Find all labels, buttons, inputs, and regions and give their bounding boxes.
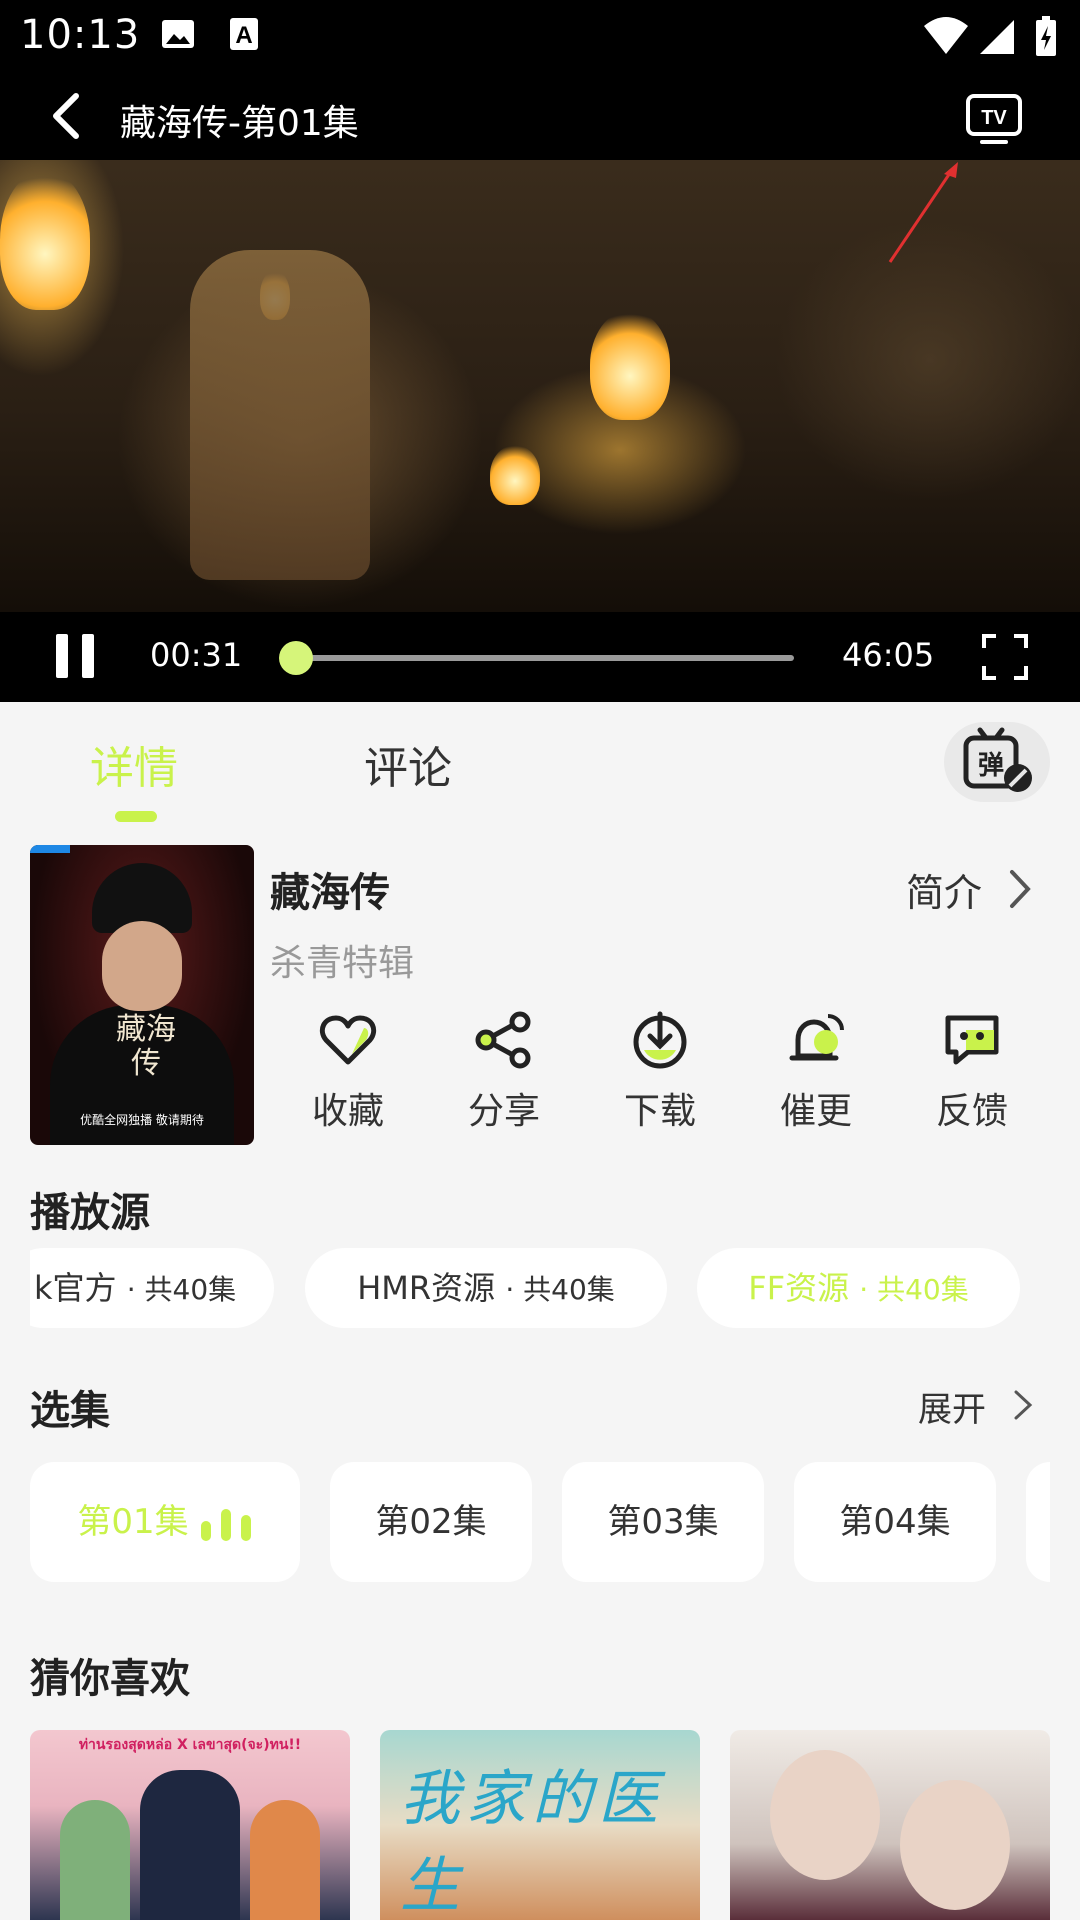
feedback-icon [945, 1015, 999, 1065]
status-bar: 10:13 A [0, 0, 1080, 72]
episode-label: 第03集 [607, 1502, 719, 1542]
poster-footer: 优酷全网独播 敬请期待 [80, 1113, 204, 1127]
source-chip[interactable]: k官方 · 共40集 [30, 1248, 274, 1328]
poster-face [102, 921, 182, 1011]
poster-person [60, 1800, 130, 1920]
source-chip-active[interactable]: FF资源 · 共40集 [697, 1248, 1020, 1328]
danmu-off-icon: 弹 [963, 727, 1032, 792]
feedback-button[interactable]: 反馈 [917, 1010, 1027, 1140]
download-icon [633, 1011, 687, 1069]
video-title: 藏海传-第01集 [120, 103, 359, 144]
progress-bar[interactable] [279, 641, 794, 675]
remind-update-label: 催更 [779, 1091, 852, 1132]
show-title: 藏海传 [270, 870, 390, 916]
fullscreen-icon[interactable] [982, 634, 1028, 680]
pause-button[interactable] [54, 634, 96, 678]
video-frame[interactable] [0, 160, 1080, 612]
recommendation-card[interactable] [730, 1730, 1050, 1920]
player-title-bar: 藏海传-第01集 TV [0, 72, 1080, 160]
feedback-label: 反馈 [935, 1091, 1008, 1132]
share-icon [475, 1011, 531, 1069]
svg-text:A: A [235, 22, 252, 49]
recommendation-calligraphy: 我家的医生 [400, 1764, 664, 1920]
recommendation-banner: ท่านรองสุดหล่อ X เลขาสุด(จะ)ทน!! [78, 1737, 302, 1753]
keyboard-a-icon: A [230, 18, 258, 50]
episode-item[interactable]: 第02集 [330, 1462, 532, 1582]
image-icon [162, 20, 194, 48]
episode-label: 第01集 [77, 1502, 189, 1542]
poster-face [770, 1750, 880, 1880]
player-controls: 00:31 46:05 [0, 612, 1080, 702]
svg-text:弹: 弹 [978, 751, 1004, 781]
share-label: 分享 [467, 1091, 540, 1132]
intro-link[interactable]: 简介 [906, 862, 982, 917]
heart-icon [319, 1015, 377, 1065]
expand-link[interactable]: 展开 [918, 1382, 986, 1431]
episode-item[interactable]: 第04集 [794, 1462, 996, 1582]
recommendation-card[interactable]: ท่านรองสุดหล่อ X เลขาสุด(จะ)ทน!! [30, 1730, 350, 1920]
current-time: 00:31 [150, 636, 243, 674]
source-count: · 共40集 [859, 1273, 969, 1306]
wifi-icon [924, 17, 968, 54]
source-chip[interactable]: HMR资源 · 共40集 [305, 1248, 667, 1328]
tab-comments[interactable]: 评论 [364, 732, 452, 796]
source-list: k官方 · 共40集 HMR资源 · 共40集 FF资源 · 共40集 [30, 1248, 1050, 1328]
signal-icon [980, 20, 1014, 54]
recommendations-title: 猜你喜欢 [30, 1656, 190, 1702]
share-button[interactable]: 分享 [449, 1010, 559, 1140]
poster-face [900, 1780, 1010, 1910]
favorite-label: 收藏 [311, 1091, 384, 1132]
poster-person [140, 1770, 240, 1920]
download-label: 下载 [623, 1091, 696, 1132]
duration: 46:05 [842, 636, 935, 674]
show-poster[interactable]: 藏海传 优酷全网独播 敬请期待 [30, 845, 254, 1145]
sources-title: 播放源 [30, 1190, 150, 1236]
episodes-title: 选集 [30, 1388, 110, 1434]
danmu-toggle-button[interactable]: 弹 [944, 722, 1050, 802]
back-arrow-icon[interactable] [42, 90, 94, 142]
episode-label: 第04集 [839, 1502, 951, 1542]
source-name: HMR资源 [357, 1269, 496, 1307]
episode-item-partial[interactable] [1026, 1462, 1050, 1582]
chevron-right-icon[interactable] [1012, 1388, 1034, 1422]
favorite-button[interactable]: 收藏 [293, 1010, 403, 1140]
poster-person [250, 1800, 320, 1920]
recommendation-card[interactable]: 我家的医生 [380, 1730, 700, 1920]
tab-details[interactable]: 详情 [90, 732, 178, 796]
download-button[interactable]: 下载 [605, 1010, 715, 1140]
annotation-arrow [888, 162, 958, 263]
battery-charging-icon [1036, 16, 1056, 56]
now-playing-icon [200, 1507, 253, 1541]
progress-knob[interactable] [279, 641, 313, 675]
svg-text:TV: TV [981, 107, 1007, 129]
episode-list: 第01集 第02集 第03集 第04集 [30, 1462, 1050, 1582]
tv-cast-icon[interactable]: TV [962, 90, 1026, 146]
source-count: · 共40集 [126, 1273, 237, 1306]
source-name: FF资源 [748, 1269, 850, 1307]
status-time: 10:13 [20, 12, 141, 58]
source-count: · 共40集 [505, 1273, 615, 1306]
chevron-right-icon[interactable] [1006, 868, 1034, 910]
tab-indicator [115, 811, 157, 822]
poster-title: 藏海传 [116, 1012, 176, 1081]
detail-tabs: 详情 评论 弹 [0, 702, 1080, 832]
show-subtitle: 杀青特辑 [270, 943, 415, 984]
source-name: k官方 [34, 1269, 117, 1307]
remind-update-button[interactable]: 催更 [761, 1010, 871, 1140]
episode-item[interactable]: 第03集 [562, 1462, 764, 1582]
bell-icon [789, 1014, 844, 1061]
episode-item-active[interactable]: 第01集 [30, 1462, 300, 1582]
episode-label: 第02集 [375, 1502, 487, 1542]
poster-badge [30, 845, 70, 853]
